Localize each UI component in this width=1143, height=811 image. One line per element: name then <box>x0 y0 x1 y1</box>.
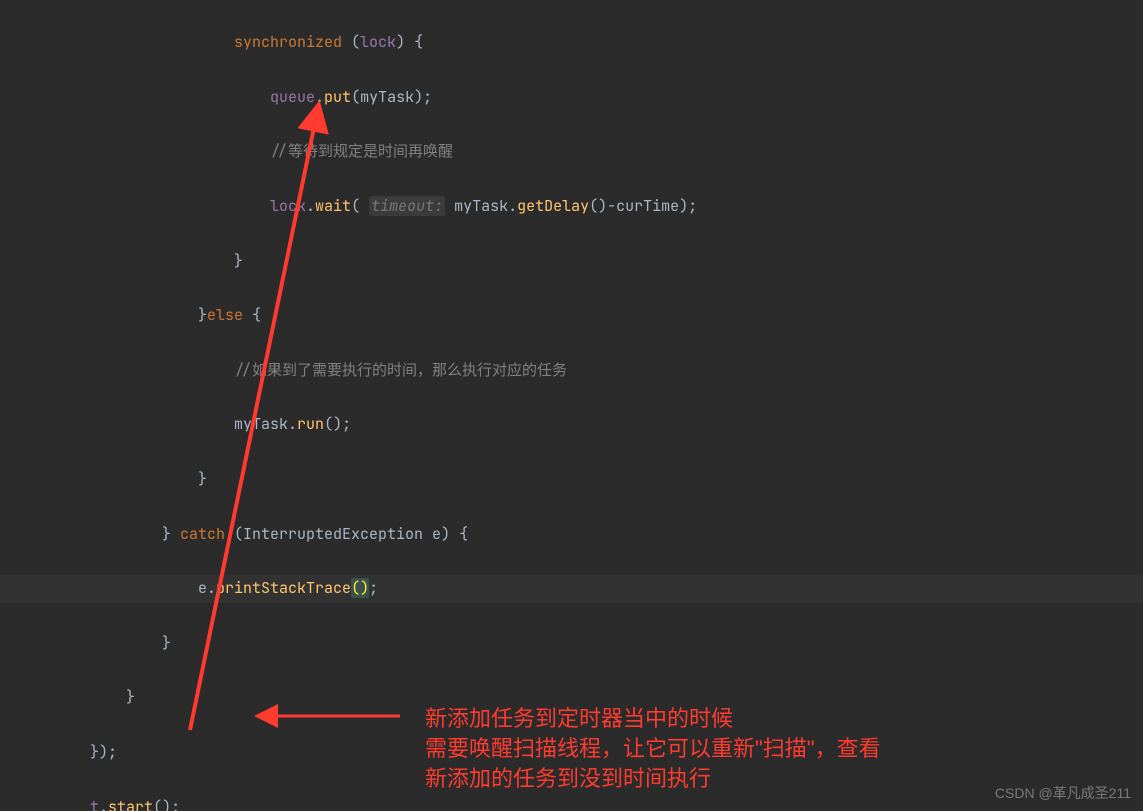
code-line: myTask.run(); <box>0 411 1143 438</box>
annotation-text: 新添加任务到定时器当中的时候 需要唤醒扫描线程，让它可以重新"扫描"，查看 新添… <box>425 674 881 794</box>
code-line: } catch (InterruptedException e) { <box>0 521 1143 548</box>
code-line: queue.put(myTask); <box>0 84 1143 111</box>
annotation-line: 新添加任务到定时器当中的时候 <box>425 706 733 731</box>
paren-highlight: () <box>351 578 369 598</box>
code-line: } <box>0 466 1143 493</box>
code-line: lock.wait( timeout: myTask.getDelay()-cu… <box>0 193 1143 220</box>
annotation-line: 需要唤醒扫描线程，让它可以重新"扫描"，查看 <box>425 736 881 761</box>
code-line: t.start(); <box>0 794 1143 811</box>
inline-hint: timeout: <box>369 196 445 216</box>
code-line: //如果到了需要执行的时间，那么执行对应的任务 <box>0 357 1143 384</box>
code-line-highlighted: e.printStackTrace(); <box>0 575 1143 602</box>
code-line: synchronized (lock) { <box>0 29 1143 56</box>
annotation-line: 新添加的任务到没到时间执行 <box>425 766 711 791</box>
code-line: //等待到规定是时间再唤醒 <box>0 138 1143 165</box>
code-line: } <box>0 630 1143 657</box>
code-line: } <box>0 248 1143 275</box>
code-line: }else { <box>0 302 1143 329</box>
watermark: CSDN @革凡成圣211 <box>995 783 1131 803</box>
